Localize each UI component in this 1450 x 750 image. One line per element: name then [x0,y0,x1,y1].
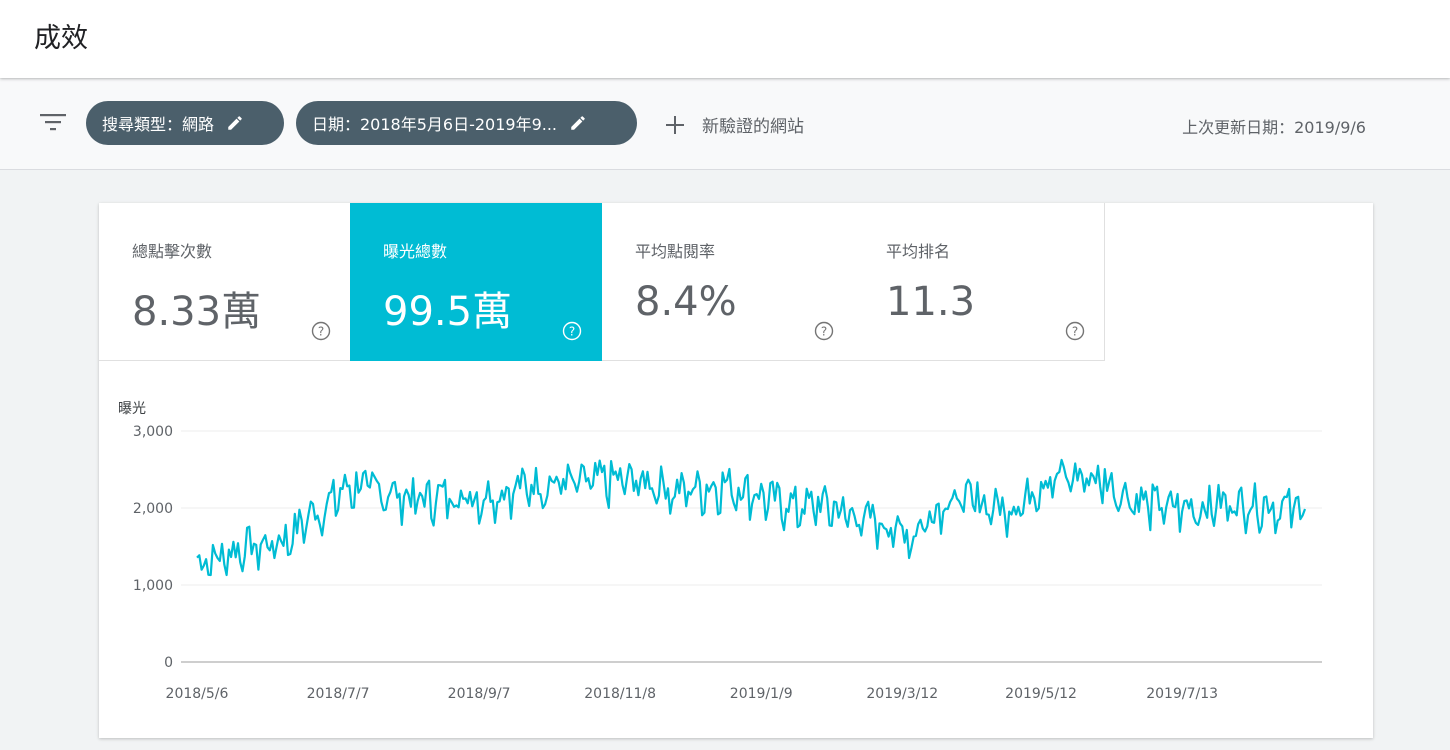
impressions-series-line [196,458,1307,577]
pencil-icon [228,116,242,130]
x-tick-label: 2019/7/13 [1146,686,1218,702]
x-tick-label: 2018/5/6 [166,686,229,702]
x-tick-label: 2019/5/12 [1005,686,1077,702]
new-filter-button[interactable]: 新驗證的網站 [664,112,804,137]
y-tick-label: 2,000 [133,501,173,517]
x-tick-label: 2018/11/8 [584,686,656,702]
filter-list-icon[interactable] [40,113,66,131]
date-filter-chip[interactable]: 日期：2018年5月6日-2019年9... [296,101,637,145]
y-tick-label: 1,000 [133,578,173,594]
page-title: 成效 [34,23,88,54]
x-tick-label: 2019/1/9 [730,686,793,702]
search-type-chip-label: 搜尋類型：網路 [102,115,215,134]
performance-card: 總點擊次數 8.33萬 ? 曝光總數 99.5萬 ? 平均點閱率 8.4% ? … [99,203,1373,738]
y-tick-label: 0 [164,655,173,671]
top-bar: 成效 [0,0,1450,78]
x-tick-label: 2018/9/7 [448,686,511,702]
x-tick-label: 2019/3/12 [866,686,938,702]
x-tick-label: 2018/7/7 [307,686,370,702]
y-tick-label: 3,000 [133,424,173,440]
plus-icon [666,115,684,134]
date-chip-label: 日期：2018年5月6日-2019年9... [312,115,558,134]
pencil-icon [571,116,585,130]
last-updated-text: 上次更新日期：2019/9/6 [1182,118,1366,137]
new-filter-label: 新驗證的網站 [702,117,804,137]
y-axis-label: 曝光 [118,401,146,417]
impressions-chart: 曝光 0 1,000 2,000 3,000 2018/5/6 2018/7/7 2018… [118,401,1322,702]
search-type-filter-chip[interactable]: 搜尋類型：網路 [86,101,284,145]
